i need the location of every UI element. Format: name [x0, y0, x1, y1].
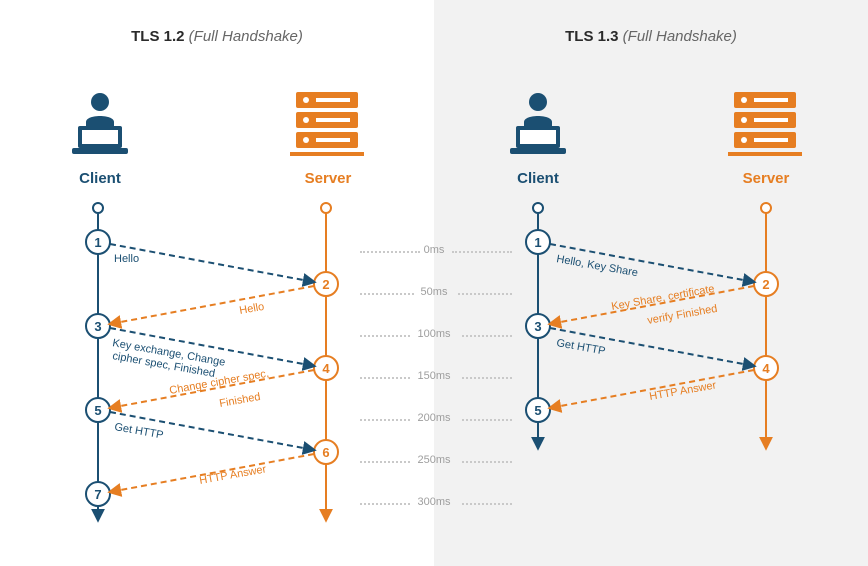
msg-label: Get HTTP: [555, 337, 606, 357]
step-3: 3: [534, 319, 541, 334]
msg-label: Hello: [238, 301, 265, 317]
step-3: 3: [94, 319, 101, 334]
msg-label: Hello: [114, 253, 139, 265]
step-7: 7: [94, 487, 101, 502]
msg-hello-s2c: [110, 286, 314, 324]
msg-label: Hello, Key Share: [555, 253, 638, 279]
msg-label: verify Finished: [646, 303, 718, 327]
step-6: 6: [322, 445, 329, 460]
msg-label: HTTP Answer: [198, 463, 267, 487]
step-5: 5: [94, 403, 101, 418]
step-2: 2: [762, 277, 769, 292]
step-4: 4: [322, 361, 330, 376]
sequence-diagram: 1 2 3 4 5 6 7 Hello Hello Key exchange, …: [0, 0, 868, 566]
step-4: 4: [762, 361, 770, 376]
msg-label: Get HTTP: [113, 421, 164, 441]
step-1: 1: [94, 235, 101, 250]
msg-hello-c2s: [110, 244, 314, 282]
msg-label: Finished: [218, 391, 261, 410]
step-2: 2: [322, 277, 329, 292]
tls13-server-lifeline: [761, 203, 771, 448]
step-1: 1: [534, 235, 541, 250]
step-5: 5: [534, 403, 541, 418]
